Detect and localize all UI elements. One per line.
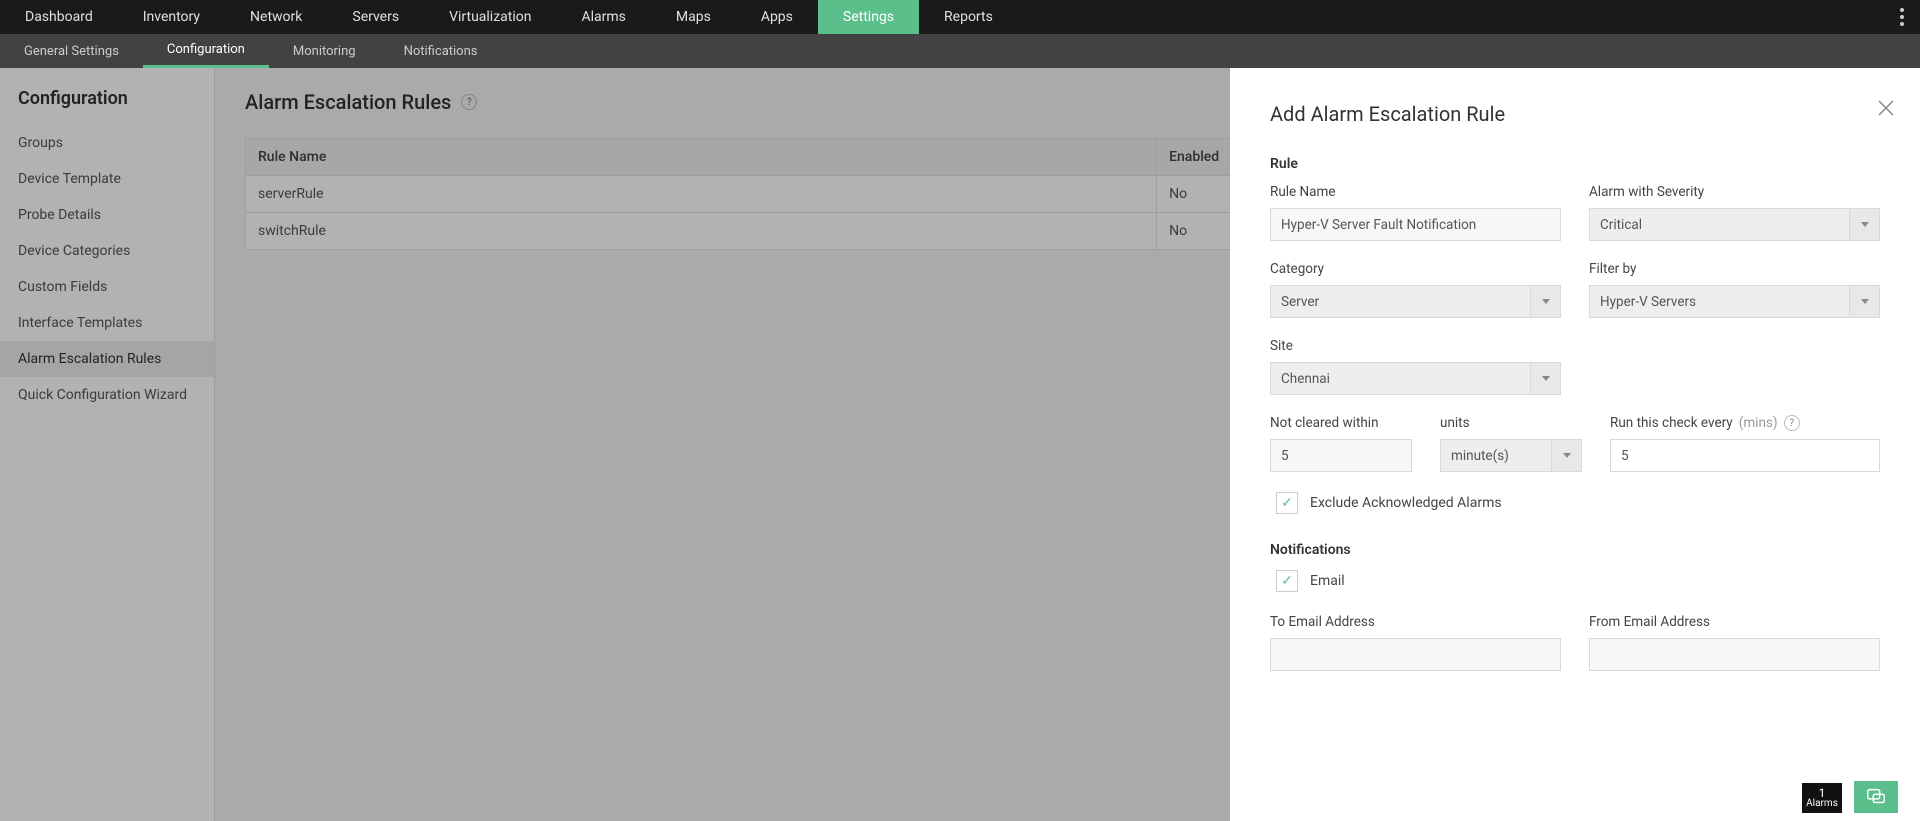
alarm-count-label: Alarms — [1806, 799, 1838, 809]
more-menu-button[interactable] — [1892, 0, 1912, 34]
filter-label: Filter by — [1589, 261, 1880, 277]
category-value: Server — [1281, 294, 1319, 310]
runcheck-label: Run this check every (mins) ? — [1610, 415, 1880, 431]
severity-dropdown-button[interactable] — [1850, 208, 1880, 241]
chevron-down-icon — [1542, 376, 1550, 381]
sub-nav: General Settings Configuration Monitorin… — [0, 34, 1920, 68]
filter-dropdown-button[interactable] — [1850, 285, 1880, 318]
severity-label: Alarm with Severity — [1589, 184, 1880, 200]
runcheck-input[interactable] — [1610, 439, 1880, 472]
rule-name-label: Rule Name — [1270, 184, 1561, 200]
notcleared-input[interactable] — [1270, 439, 1412, 472]
alarm-counter-button[interactable]: 1 Alarms — [1802, 783, 1842, 813]
nav-network[interactable]: Network — [225, 0, 327, 34]
category-label: Category — [1270, 261, 1561, 277]
nav-alarms[interactable]: Alarms — [556, 0, 650, 34]
category-select[interactable]: Server — [1270, 285, 1531, 318]
notcleared-label: Not cleared within — [1270, 415, 1412, 431]
site-value: Chennai — [1281, 371, 1330, 387]
to-email-label: To Email Address — [1270, 614, 1561, 630]
units-value: minute(s) — [1451, 448, 1509, 464]
nav-inventory[interactable]: Inventory — [118, 0, 225, 34]
site-dropdown-button[interactable] — [1531, 362, 1561, 395]
help-icon[interactable]: ? — [1784, 415, 1800, 431]
chevron-down-icon — [1861, 299, 1869, 304]
chevron-down-icon — [1861, 222, 1869, 227]
subnav-general-settings[interactable]: General Settings — [0, 34, 143, 68]
email-label: Email — [1310, 573, 1345, 589]
add-rule-panel: Add Alarm Escalation Rule Rule Rule Name… — [1230, 68, 1920, 821]
nav-virtualization[interactable]: Virtualization — [424, 0, 556, 34]
close-icon — [1876, 98, 1896, 118]
close-button[interactable] — [1876, 98, 1896, 122]
site-label: Site — [1270, 338, 1561, 354]
section-notifications: Notifications — [1270, 542, 1880, 558]
chevron-down-icon — [1563, 453, 1571, 458]
nav-maps[interactable]: Maps — [651, 0, 736, 34]
exclude-ack-checkbox[interactable]: ✓ — [1276, 492, 1298, 514]
severity-value: Critical — [1600, 217, 1642, 233]
chat-button[interactable] — [1854, 781, 1898, 813]
filter-value: Hyper-V Servers — [1600, 294, 1696, 310]
from-email-input[interactable] — [1589, 638, 1880, 671]
panel-title: Add Alarm Escalation Rule — [1270, 102, 1880, 126]
section-rule: Rule — [1270, 156, 1880, 172]
subnav-configuration[interactable]: Configuration — [143, 34, 269, 68]
nav-reports[interactable]: Reports — [919, 0, 1018, 34]
chat-icon — [1865, 786, 1887, 808]
units-select[interactable]: minute(s) — [1440, 439, 1552, 472]
chevron-down-icon — [1542, 299, 1550, 304]
site-select[interactable]: Chennai — [1270, 362, 1531, 395]
top-nav: Dashboard Inventory Network Servers Virt… — [0, 0, 1920, 34]
units-label: units — [1440, 415, 1582, 431]
email-checkbox[interactable]: ✓ — [1276, 570, 1298, 592]
runcheck-label-text: Run this check every — [1610, 415, 1733, 431]
severity-select[interactable]: Critical — [1589, 208, 1850, 241]
subnav-monitoring[interactable]: Monitoring — [269, 34, 380, 68]
from-email-label: From Email Address — [1589, 614, 1880, 630]
filter-select[interactable]: Hyper-V Servers — [1589, 285, 1850, 318]
nav-settings[interactable]: Settings — [818, 0, 919, 34]
rule-name-input[interactable] — [1270, 208, 1561, 241]
category-dropdown-button[interactable] — [1531, 285, 1561, 318]
nav-dashboard[interactable]: Dashboard — [0, 0, 118, 34]
exclude-ack-label: Exclude Acknowledged Alarms — [1310, 495, 1502, 511]
runcheck-hint: (mins) — [1739, 415, 1778, 431]
units-dropdown-button[interactable] — [1552, 439, 1582, 472]
kebab-icon — [1892, 8, 1912, 26]
nav-servers[interactable]: Servers — [327, 0, 424, 34]
subnav-notifications[interactable]: Notifications — [380, 34, 502, 68]
nav-apps[interactable]: Apps — [736, 0, 818, 34]
to-email-input[interactable] — [1270, 638, 1561, 671]
